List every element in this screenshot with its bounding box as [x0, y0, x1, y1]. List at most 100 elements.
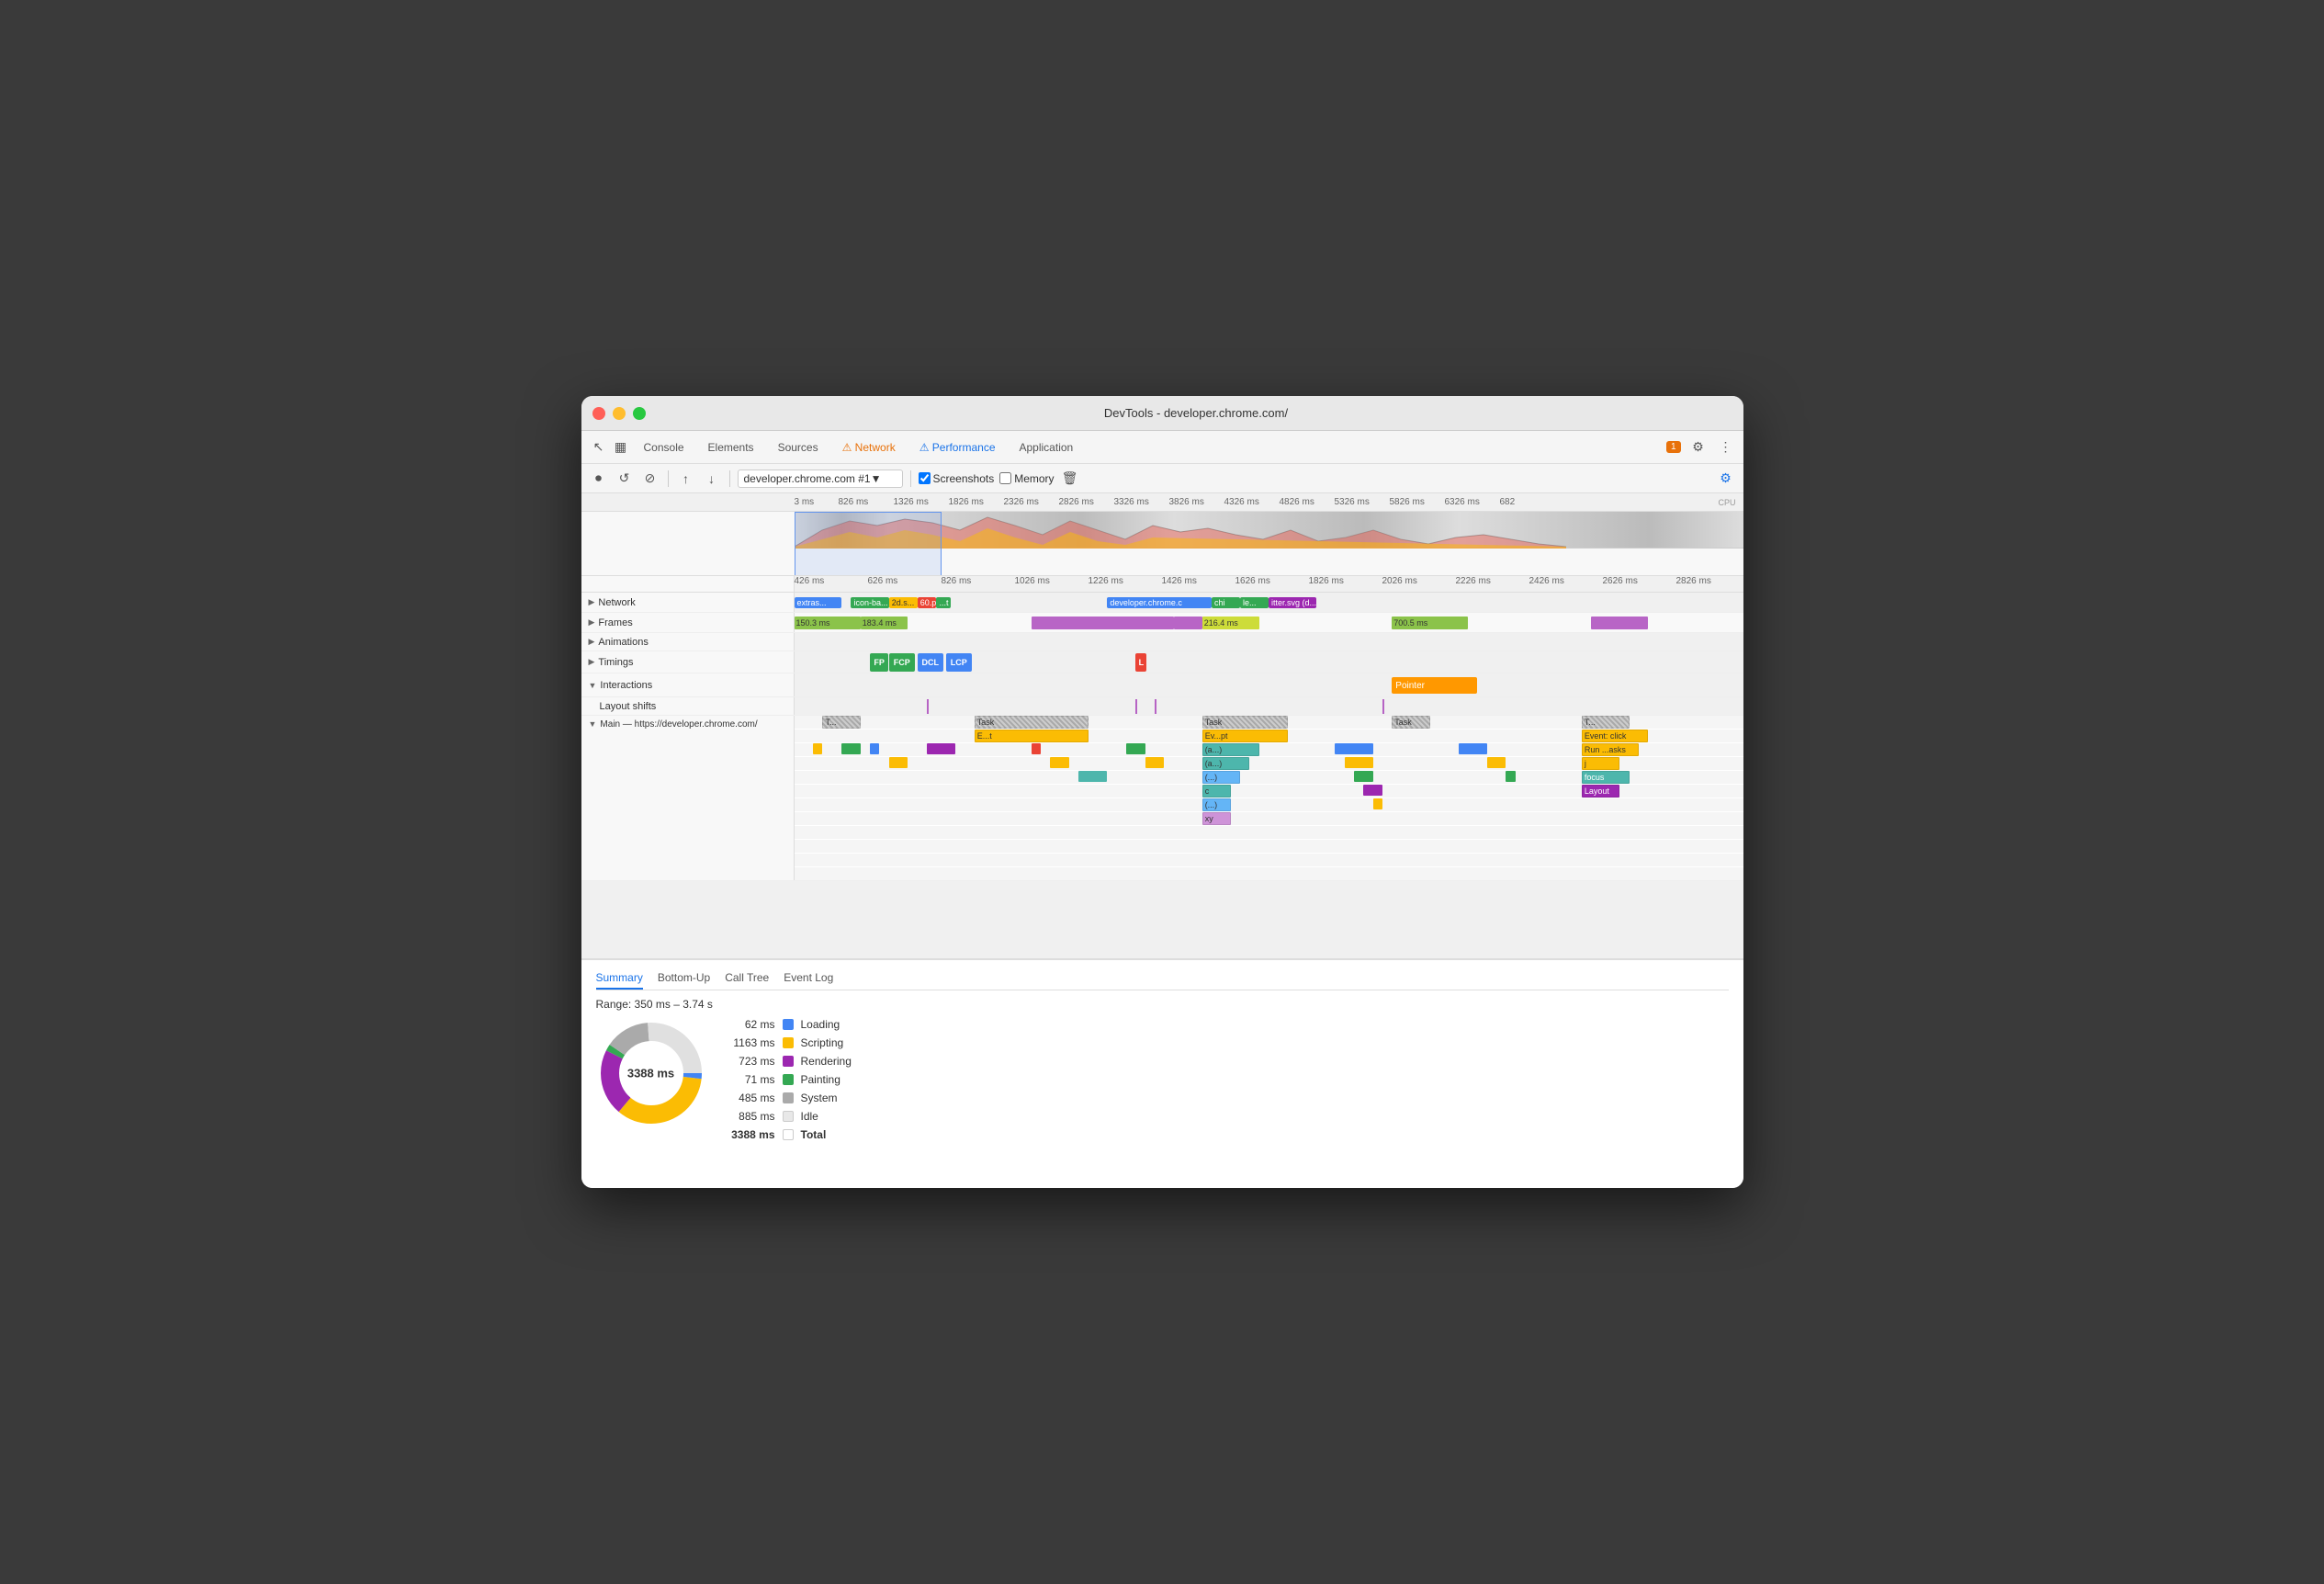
event-j[interactable]: j: [1582, 757, 1619, 770]
layout-shift-4: [1382, 699, 1384, 714]
summary-tab-bottom-up[interactable]: Bottom-Up: [658, 967, 710, 990]
garbage-collect-button[interactable]: 🗑: [1060, 469, 1080, 489]
frame-bar-0: 150.3 ms: [795, 617, 861, 629]
layout-shifts-label: Layout shifts: [581, 697, 795, 715]
reload-button[interactable]: ↺: [615, 469, 635, 489]
event-runasks[interactable]: Run ...asks: [1582, 743, 1639, 756]
event-xy[interactable]: xy: [1202, 812, 1231, 825]
animations-track-content[interactable]: [795, 633, 1743, 651]
event-dots2[interactable]: (...): [1202, 798, 1231, 811]
network-bar-0: extras...: [795, 597, 842, 608]
record-button[interactable]: ⏺: [589, 469, 609, 489]
painting-color: [783, 1074, 794, 1085]
range-display: Range: 350 ms – 3.74 s: [596, 998, 1729, 1011]
close-button[interactable]: [592, 407, 605, 420]
memory-checkbox[interactable]: Memory: [999, 472, 1054, 485]
tab-network[interactable]: ⚠ Network: [831, 437, 907, 458]
event-evpt[interactable]: Ev...pt: [1202, 730, 1288, 742]
timings-track-content[interactable]: FP FCP DCL LCP L: [795, 651, 1743, 673]
summary-tab-event-log[interactable]: Event Log: [784, 967, 833, 990]
clear-button[interactable]: ⊘: [640, 469, 660, 489]
system-color: [783, 1092, 794, 1103]
url-display: developer.chrome.com #1▼: [738, 470, 903, 488]
idle-value: 885 ms: [725, 1110, 775, 1123]
devtools-window: DevTools - developer.chrome.com/ ↖ ▦ Con…: [581, 396, 1743, 1188]
network-bar-1: icon-ba...: [851, 597, 888, 608]
legend-painting: 71 ms Painting: [725, 1073, 1729, 1086]
task-t2[interactable]: T...: [1582, 716, 1630, 729]
legend-scripting: 1163 ms Scripting: [725, 1036, 1729, 1049]
task-t1[interactable]: T...: [822, 716, 860, 729]
summary-tabs: Summary Bottom-Up Call Tree Event Log: [596, 967, 1729, 990]
summary-content: 3388 ms 62 ms Loading 1163 ms Scripting: [596, 1018, 1729, 1147]
frame-bar-2: 216.4 ms: [1202, 617, 1259, 629]
network-bar-5: developer.chrome.c: [1107, 597, 1212, 608]
layout-shift-3: [1155, 699, 1156, 714]
title-bar: DevTools - developer.chrome.com/: [581, 396, 1743, 431]
summary-tab-call-tree[interactable]: Call Tree: [725, 967, 769, 990]
legend-system: 485 ms System: [725, 1092, 1729, 1104]
timing-l: L: [1135, 653, 1146, 672]
event-a2[interactable]: (a...): [1202, 757, 1250, 770]
legend-rendering: 723 ms Rendering: [725, 1055, 1729, 1068]
overview-panel: 3 ms 826 ms 1326 ms 1826 ms 2326 ms 2826…: [581, 493, 1743, 576]
traffic-lights: [592, 407, 646, 420]
layers-icon[interactable]: ▦: [611, 437, 631, 458]
interaction-pointer: Pointer: [1392, 677, 1477, 694]
layout-shift-1: [927, 699, 929, 714]
layout-shifts-content[interactable]: [795, 697, 1743, 716]
rendering-label: Rendering: [801, 1055, 852, 1068]
main-thread-content[interactable]: T... Task Task Task T... E...t Ev...pt E…: [795, 716, 1743, 880]
idle-label: Idle: [801, 1110, 818, 1123]
settings-icon[interactable]: ⚙: [1688, 437, 1709, 458]
network-track-content[interactable]: extras... icon-ba... 2d.s... 60.p... ...…: [795, 593, 1743, 612]
tab-console[interactable]: Console: [633, 437, 695, 458]
upload-button[interactable]: ↑: [676, 469, 696, 489]
tab-elements[interactable]: Elements: [697, 437, 765, 458]
download-button[interactable]: ↓: [702, 469, 722, 489]
devtools-settings-icon[interactable]: ⚙: [1716, 469, 1736, 489]
loading-value: 62 ms: [725, 1018, 775, 1031]
event-focus[interactable]: focus: [1582, 771, 1630, 784]
event-layout[interactable]: Layout: [1582, 785, 1619, 798]
main-thread-track: ▼ Main — https://developer.chrome.com/ T…: [581, 716, 1743, 881]
legend-loading: 62 ms Loading: [725, 1018, 1729, 1031]
more-icon[interactable]: ⋮: [1716, 437, 1736, 458]
frames-track-content[interactable]: 150.3 ms 183.4 ms 216.4 ms 700.5 ms: [795, 613, 1743, 632]
network-track-label: ▶ Network: [581, 593, 795, 612]
donut-center-label: 3388 ms: [627, 1067, 674, 1081]
interactions-track-content[interactable]: Pointer: [795, 673, 1743, 696]
event-c[interactable]: c: [1202, 785, 1231, 798]
task-1[interactable]: Task: [975, 716, 1089, 729]
summary-section: Summary Bottom-Up Call Tree Event Log Ra…: [581, 958, 1743, 1188]
event-click[interactable]: Event: click: [1582, 730, 1648, 742]
tab-right-controls: 1 ⚙ ⋮: [1666, 437, 1736, 458]
rendering-value: 723 ms: [725, 1055, 775, 1068]
legend-total: 3388 ms Total: [725, 1128, 1729, 1141]
legend-idle: 885 ms Idle: [725, 1110, 1729, 1123]
minimize-button[interactable]: [613, 407, 626, 420]
task-2[interactable]: Task: [1202, 716, 1288, 729]
timing-fp: FP: [870, 653, 888, 672]
summary-tab-summary[interactable]: Summary: [596, 967, 643, 990]
event-a1[interactable]: (a...): [1202, 743, 1259, 756]
scripting-color: [783, 1037, 794, 1048]
tab-sources[interactable]: Sources: [767, 437, 829, 458]
cursor-icon[interactable]: ↖: [589, 437, 609, 458]
task-3[interactable]: Task: [1392, 716, 1429, 729]
event-et[interactable]: E...t: [975, 730, 1089, 742]
tab-performance[interactable]: ⚠ Performance: [908, 437, 1007, 458]
event-dots1[interactable]: (...): [1202, 771, 1240, 784]
screenshots-checkbox[interactable]: Screenshots: [919, 472, 995, 485]
screenshot-strip: [795, 512, 1743, 549]
separator-2: [729, 470, 730, 487]
network-bar-2: 2d.s...: [889, 597, 918, 608]
total-label: Total: [801, 1128, 827, 1141]
maximize-button[interactable]: [633, 407, 646, 420]
network-bar-8: itter.svg (d...: [1269, 597, 1316, 608]
time-ruler-overview: 3 ms 826 ms 1326 ms 1826 ms 2326 ms 2826…: [581, 493, 1743, 512]
tracks-container: ▶ Network extras... icon-ba... 2d.s... 6…: [581, 593, 1743, 958]
tab-application[interactable]: Application: [1009, 437, 1085, 458]
frame-block-purple3: [1591, 617, 1648, 629]
main-content: 3 ms 826 ms 1326 ms 1826 ms 2326 ms 2826…: [581, 493, 1743, 1188]
